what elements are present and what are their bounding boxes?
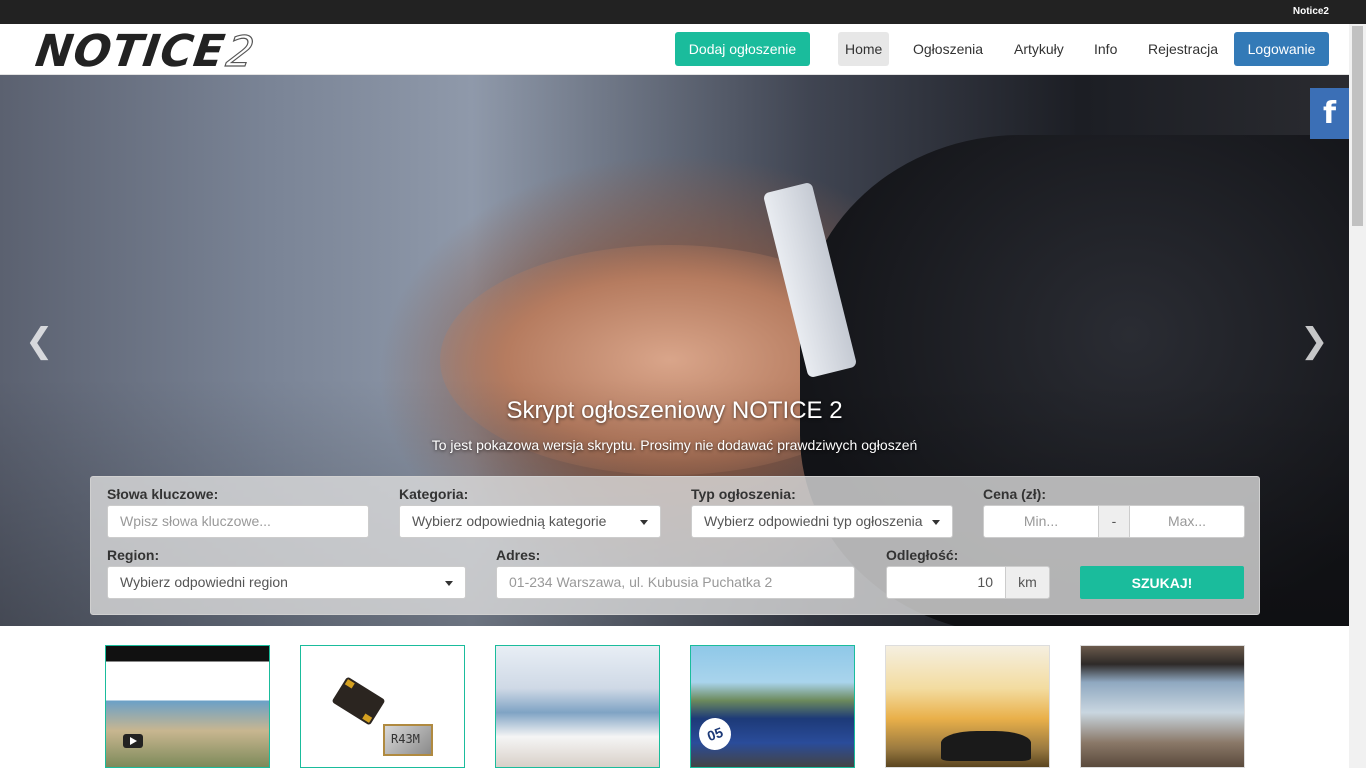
distance-value: 10	[977, 574, 993, 590]
nav-info[interactable]: Info	[1087, 32, 1124, 66]
site-title: Notice2	[1292, 6, 1329, 17]
category-selected: Wybierz odpowiednią kategorie	[412, 513, 607, 529]
type-label: Typ ogłoszenia:	[691, 486, 796, 502]
caret-down-icon	[932, 520, 940, 525]
chip-image	[331, 676, 386, 726]
crystal-image: R43M	[383, 724, 433, 756]
price-separator: -	[1098, 505, 1130, 538]
region-select[interactable]: Wybierz odpowiedni region	[107, 566, 466, 599]
address-label: Adres:	[496, 547, 541, 563]
chip-pad	[344, 679, 355, 689]
price-min-input[interactable]: Min...	[983, 505, 1099, 538]
listing-thumbnail[interactable]	[495, 645, 660, 768]
top-bar: Notice2	[0, 0, 1366, 24]
category-select[interactable]: Wybierz odpowiednią kategorie	[399, 505, 661, 538]
play-icon	[123, 734, 143, 748]
listing-thumbnail[interactable]	[105, 645, 270, 768]
type-selected: Wybierz odpowiedni typ ogłoszenia	[704, 513, 923, 529]
logo-suffix: 2	[223, 26, 259, 76]
page-scrollbar[interactable]	[1349, 24, 1366, 768]
carousel-prev-icon[interactable]: ❮	[25, 321, 54, 361]
caret-down-icon	[445, 581, 453, 586]
address-input[interactable]: 01-234 Warszawa, ul. Kubusia Puchatka 2	[496, 566, 855, 599]
hero-subtitle: To jest pokazowa wersja skryptu. Prosimy…	[431, 437, 918, 453]
price-max-placeholder: Max...	[1167, 513, 1207, 529]
nav-home[interactable]: Home	[838, 32, 890, 66]
keywords-label: Słowa kluczowe:	[107, 486, 219, 502]
listing-thumbnail[interactable]	[1080, 645, 1245, 768]
crystal-label: R43M	[391, 732, 420, 746]
listing-thumbnail[interactable]: R43M	[300, 645, 465, 768]
search-button[interactable]: SZUKAJ!	[1080, 566, 1244, 599]
nav-listings[interactable]: Ogłoszenia	[906, 32, 990, 66]
hero-title: Skrypt ogłoszeniowy NOTICE 2	[506, 397, 843, 424]
keywords-placeholder: Wpisz słowa kluczowe...	[120, 513, 271, 529]
distance-input[interactable]: 10	[886, 566, 1006, 599]
facebook-icon[interactable]: f	[1310, 88, 1349, 139]
car-image	[941, 731, 1031, 761]
region-selected: Wybierz odpowiedni region	[120, 574, 288, 590]
category-label: Kategoria:	[399, 486, 469, 502]
carousel-next-icon[interactable]: ❯	[1300, 321, 1329, 361]
nav-articles[interactable]: Artykuły	[1007, 32, 1071, 66]
nav-register[interactable]: Rejestracja	[1141, 32, 1225, 66]
search-panel: Słowa kluczowe: Wpisz słowa kluczowe... …	[90, 476, 1260, 615]
scrollbar-thumb[interactable]	[1352, 26, 1363, 226]
caret-down-icon	[640, 520, 648, 525]
navbar: NOTICE2 Dodaj ogłoszenie Home Ogłoszenia…	[0, 24, 1349, 77]
add-listing-button[interactable]: Dodaj ogłoszenie	[675, 32, 810, 66]
listing-thumbnails: R43M 05	[0, 626, 1349, 768]
address-placeholder: 01-234 Warszawa, ul. Kubusia Puchatka 2	[509, 574, 773, 590]
car-number: 05	[694, 713, 736, 755]
chip-pad	[362, 713, 373, 723]
keywords-input[interactable]: Wpisz słowa kluczowe...	[107, 505, 369, 538]
listing-thumbnail[interactable]: 05	[690, 645, 855, 768]
distance-unit: km	[1005, 566, 1050, 599]
region-label: Region:	[107, 547, 160, 563]
logo-text: NOTICE	[32, 26, 229, 77]
distance-label: Odległość:	[886, 547, 959, 563]
logo[interactable]: NOTICE2	[32, 26, 258, 77]
login-button[interactable]: Logowanie	[1234, 32, 1329, 66]
listing-thumbnail[interactable]	[885, 645, 1050, 768]
price-min-placeholder: Min...	[1023, 513, 1059, 529]
price-label: Cena (zł):	[983, 486, 1046, 502]
price-max-input[interactable]: Max...	[1129, 505, 1245, 538]
type-select[interactable]: Wybierz odpowiedni typ ogłoszenia	[691, 505, 953, 538]
